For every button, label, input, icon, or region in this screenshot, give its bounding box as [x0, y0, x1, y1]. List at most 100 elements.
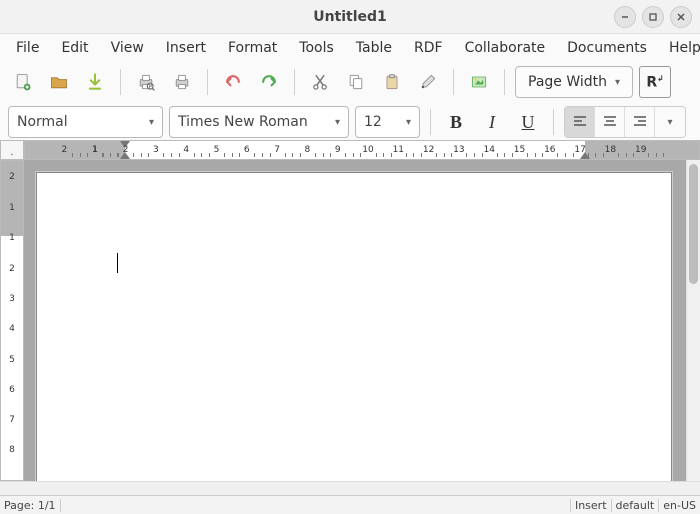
ruler-number: 2 — [121, 141, 131, 159]
font-size-selector[interactable]: 12 ▾ — [355, 106, 420, 138]
menu-tools[interactable]: Tools — [289, 37, 344, 59]
chevron-down-icon: ▾ — [406, 117, 411, 128]
font-name-selector[interactable]: Times New Roman ▾ — [169, 106, 349, 138]
horizontal-scrollbar[interactable] — [0, 481, 700, 495]
paragraph-style-value: Normal — [17, 114, 68, 130]
rtl-label: R↲ — [646, 74, 663, 91]
menu-insert[interactable]: Insert — [156, 37, 216, 59]
menubar: File Edit View Insert Format Tools Table… — [0, 34, 700, 62]
document-viewport[interactable] — [24, 160, 686, 481]
ruler-number: 13 — [454, 141, 464, 159]
page[interactable] — [36, 172, 672, 481]
save-button[interactable] — [80, 67, 110, 97]
ruler-number: 6 — [1, 385, 23, 395]
menu-view[interactable]: View — [101, 37, 154, 59]
ruler-number: 11 — [393, 141, 403, 159]
ruler-number: 2 — [1, 172, 23, 182]
print-preview-button[interactable] — [131, 67, 161, 97]
ruler-corner: ˻ — [0, 140, 24, 160]
window-title: Untitled1 — [0, 9, 700, 25]
ruler-number: 1 — [1, 233, 23, 243]
close-button[interactable] — [670, 6, 692, 28]
status-page[interactable]: Page: 1/1 — [0, 499, 61, 512]
scrollbar-thumb[interactable] — [689, 164, 698, 284]
redo-button[interactable] — [254, 67, 284, 97]
ruler-number: 8 — [302, 141, 312, 159]
statusbar: Page: 1/1 Insert default en-US — [0, 495, 700, 514]
menu-documents[interactable]: Documents — [557, 37, 657, 59]
ruler-number: 7 — [272, 141, 282, 159]
format-paintbrush-button[interactable] — [413, 67, 443, 97]
undo-button[interactable] — [218, 67, 248, 97]
ruler-number: 9 — [333, 141, 343, 159]
ruler-number: 2 — [59, 141, 69, 159]
status-style[interactable]: default — [611, 499, 659, 512]
menu-file[interactable]: File — [6, 37, 49, 59]
vertical-scrollbar[interactable] — [686, 160, 700, 481]
menu-rdf[interactable]: RDF — [404, 37, 453, 59]
separator — [207, 69, 208, 95]
horizontal-ruler[interactable]: 2112345678910111213141516171819 — [24, 140, 700, 160]
ruler-number: 4 — [1, 324, 23, 334]
align-right-button[interactable] — [625, 107, 655, 137]
ruler-number: 16 — [545, 141, 555, 159]
image-button[interactable] — [464, 67, 494, 97]
status-language[interactable]: en-US — [658, 499, 700, 512]
text-cursor — [117, 253, 118, 273]
font-size-value: 12 — [364, 114, 382, 130]
ruler-number: 1 — [90, 141, 100, 159]
workspace: ˻ 2112345678910111213141516171819 211234… — [0, 140, 700, 495]
ruler-number: 18 — [605, 141, 615, 159]
menu-help[interactable]: Help — [659, 37, 700, 59]
menu-format[interactable]: Format — [218, 37, 287, 59]
align-dropdown-button[interactable]: ▾ — [655, 107, 685, 137]
separator — [553, 109, 554, 135]
ruler-number: 3 — [151, 141, 161, 159]
bold-button[interactable]: B — [441, 107, 471, 137]
ruler-number: 2 — [1, 264, 23, 274]
menu-table[interactable]: Table — [346, 37, 402, 59]
zoom-selector[interactable]: Page Width ▾ — [515, 66, 633, 98]
page-content[interactable] — [117, 253, 591, 273]
underline-button[interactable]: U — [513, 107, 543, 137]
minimize-button[interactable] — [614, 6, 636, 28]
align-center-button[interactable] — [595, 107, 625, 137]
document-scroll-area: 2 1 1 2 3 4 5 6 7 8 — [0, 160, 700, 481]
ruler-number: 4 — [181, 141, 191, 159]
vertical-ruler[interactable]: 2 1 1 2 3 4 5 6 7 8 — [0, 160, 24, 481]
menu-edit[interactable]: Edit — [51, 37, 98, 59]
zoom-label: Page Width — [528, 74, 607, 90]
ruler-number: 7 — [1, 415, 23, 425]
chevron-down-icon: ▾ — [335, 117, 340, 128]
separator — [453, 69, 454, 95]
chevron-down-icon: ▾ — [615, 77, 620, 88]
separator — [504, 69, 505, 95]
paragraph-style-selector[interactable]: Normal ▾ — [8, 106, 163, 138]
ruler-number: 8 — [1, 445, 23, 455]
ruler-number: 5 — [1, 355, 23, 365]
open-button[interactable] — [44, 67, 74, 97]
formatting-toolbar: Normal ▾ Times New Roman ▾ 12 ▾ B I U ▾ — [0, 102, 700, 142]
paste-button[interactable] — [377, 67, 407, 97]
italic-button[interactable]: I — [477, 107, 507, 137]
print-button[interactable] — [167, 67, 197, 97]
separator — [294, 69, 295, 95]
window-controls — [614, 6, 700, 28]
new-document-button[interactable] — [8, 67, 38, 97]
status-insert-mode[interactable]: Insert — [570, 499, 611, 512]
separator — [430, 109, 431, 135]
ruler-number: 19 — [636, 141, 646, 159]
ruler-number: 3 — [1, 294, 23, 304]
separator — [120, 69, 121, 95]
maximize-button[interactable] — [642, 6, 664, 28]
font-name-value: Times New Roman — [178, 114, 308, 130]
copy-button[interactable] — [341, 67, 371, 97]
menu-collaborate[interactable]: Collaborate — [455, 37, 556, 59]
ruler-number: 5 — [212, 141, 222, 159]
ruler-number: 1 — [1, 203, 23, 213]
align-left-button[interactable] — [565, 107, 595, 137]
rtl-toggle-button[interactable]: R↲ — [639, 66, 671, 98]
ruler-number: 10 — [363, 141, 373, 159]
cut-button[interactable] — [305, 67, 335, 97]
chevron-down-icon: ▾ — [667, 117, 672, 128]
